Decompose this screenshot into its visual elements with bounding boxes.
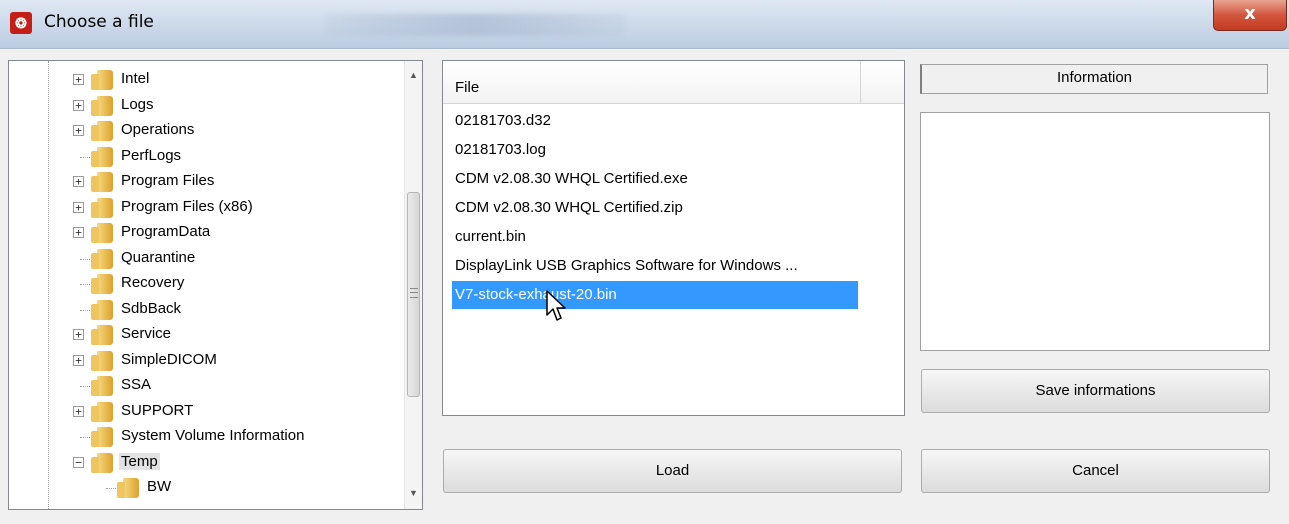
folder-icon — [91, 325, 113, 345]
expand-icon[interactable]: + — [73, 176, 84, 187]
tree-item-label[interactable]: Logs — [119, 96, 156, 113]
tree-scrollbar[interactable]: ▲ ▼ — [404, 61, 422, 509]
tree-item[interactable]: PerfLogs — [69, 145, 399, 169]
close-button[interactable]: x — [1213, 0, 1287, 31]
folder-icon — [91, 223, 113, 243]
file-item[interactable]: current.bin — [452, 223, 858, 251]
tree-item[interactable]: SdbBack — [69, 298, 399, 322]
app-icon: ❂ — [10, 12, 32, 34]
folder-icon — [91, 172, 113, 192]
tree-item[interactable]: + Intel — [69, 68, 399, 92]
tree-item-label[interactable]: System Volume Information — [119, 427, 306, 444]
column-divider — [860, 61, 861, 103]
scroll-thumb[interactable] — [407, 192, 420, 397]
file-item[interactable]: DisplayLink USB Graphics Software for Wi… — [452, 252, 858, 280]
folder-icon — [91, 95, 113, 116]
scroll-down-icon[interactable]: ▼ — [405, 485, 422, 502]
tree-item[interactable]: Recovery — [69, 272, 399, 296]
tree-item-label[interactable]: PerfLogs — [119, 147, 183, 164]
save-informations-button[interactable]: Save informations — [921, 369, 1270, 413]
tree-item[interactable]: + SimpleDICOM — [69, 349, 399, 373]
file-item[interactable]: V7-stock-exhaust-20.bin — [452, 281, 858, 309]
tree-item[interactable]: + Logs — [69, 94, 399, 118]
file-list-header[interactable]: File — [443, 61, 904, 104]
tree-item[interactable]: BW — [95, 476, 422, 500]
tree-item-label[interactable]: Quarantine — [119, 249, 197, 266]
folder-icon — [117, 478, 139, 498]
expand-icon[interactable]: + — [73, 329, 84, 340]
folder-icon — [91, 121, 113, 141]
tree-item-label[interactable]: SUPPORT — [119, 402, 195, 419]
file-list[interactable]: File 02181703.d32 02181703.log CDM v2.08.3… — [442, 60, 905, 416]
folder-icon — [91, 350, 113, 371]
tree-item[interactable]: Quarantine — [69, 247, 399, 271]
tree-guide-line — [48, 61, 49, 509]
folder-icon — [91, 376, 113, 396]
tree-item-label[interactable]: BW — [145, 478, 173, 495]
tree-item[interactable]: + SUPPORT — [69, 400, 399, 424]
folder-icon — [91, 401, 113, 422]
tree-item-label[interactable]: Service — [119, 325, 173, 342]
folder-icon — [91, 452, 113, 473]
window-title: Choose a file — [44, 12, 154, 32]
information-header: Information — [920, 64, 1268, 94]
tree-item-label[interactable]: Temp — [119, 452, 160, 470]
tree-item-label[interactable]: Intel — [119, 70, 151, 87]
expand-icon[interactable]: + — [73, 227, 84, 238]
tree-item[interactable]: + ProgramData — [69, 221, 399, 245]
tree-item[interactable]: + Program Files (x86) — [69, 196, 399, 220]
load-button[interactable]: Load — [443, 449, 902, 493]
cancel-button[interactable]: Cancel — [921, 449, 1270, 493]
tree-item-label[interactable]: SSA — [119, 376, 153, 393]
folder-icon — [91, 248, 113, 269]
folder-icon — [91, 197, 113, 218]
tree-item[interactable]: − Temp — [69, 451, 399, 475]
expand-icon[interactable]: + — [73, 74, 84, 85]
folder-icon — [91, 70, 113, 90]
tree-item-label[interactable]: SimpleDICOM — [119, 351, 219, 368]
folder-icon — [91, 274, 113, 294]
tree-item-label[interactable]: ProgramData — [119, 223, 212, 240]
tree-item-label[interactable]: Recovery — [119, 274, 186, 291]
grip-icon — [410, 288, 418, 298]
folder-icon — [91, 299, 113, 320]
expand-icon[interactable]: + — [73, 99, 84, 111]
expand-icon[interactable]: + — [73, 405, 84, 417]
tree-item-label[interactable]: SdbBack — [119, 300, 183, 317]
tree-item[interactable]: + Operations — [69, 119, 399, 143]
expand-icon[interactable]: + — [73, 125, 84, 136]
tree-item-label[interactable]: Program Files — [119, 172, 216, 189]
folder-tree[interactable]: + Intel + Logs + Operations PerfLogs + Program F… — [8, 60, 423, 510]
file-item[interactable]: CDM v2.08.30 WHQL Certified.exe — [452, 165, 858, 193]
file-item[interactable]: 02181703.log — [452, 136, 858, 164]
tree-item[interactable]: + Service — [69, 323, 399, 347]
collapse-icon[interactable]: − — [73, 456, 84, 468]
expand-icon[interactable]: + — [73, 354, 84, 366]
tree-item[interactable]: System Volume Information — [69, 425, 399, 449]
folder-icon — [91, 427, 113, 447]
file-item[interactable]: 02181703.d32 — [452, 107, 858, 135]
tree-item[interactable]: SSA — [69, 374, 399, 398]
scroll-up-icon[interactable]: ▲ — [405, 67, 422, 84]
expand-icon[interactable]: + — [73, 201, 84, 213]
file-column-header[interactable]: File — [455, 79, 479, 96]
folder-icon — [91, 146, 113, 167]
file-item[interactable]: CDM v2.08.30 WHQL Certified.zip — [452, 194, 858, 222]
tree-item[interactable]: + Program Files — [69, 170, 399, 194]
title-bar: ❂ Choose a file x — [0, 0, 1289, 49]
information-box — [920, 112, 1270, 351]
tree-item-label[interactable]: Operations — [119, 121, 196, 138]
title-bar-background-blur — [325, 14, 625, 36]
tree-item-label[interactable]: Program Files (x86) — [119, 198, 255, 215]
mouse-cursor-icon — [546, 290, 566, 321]
